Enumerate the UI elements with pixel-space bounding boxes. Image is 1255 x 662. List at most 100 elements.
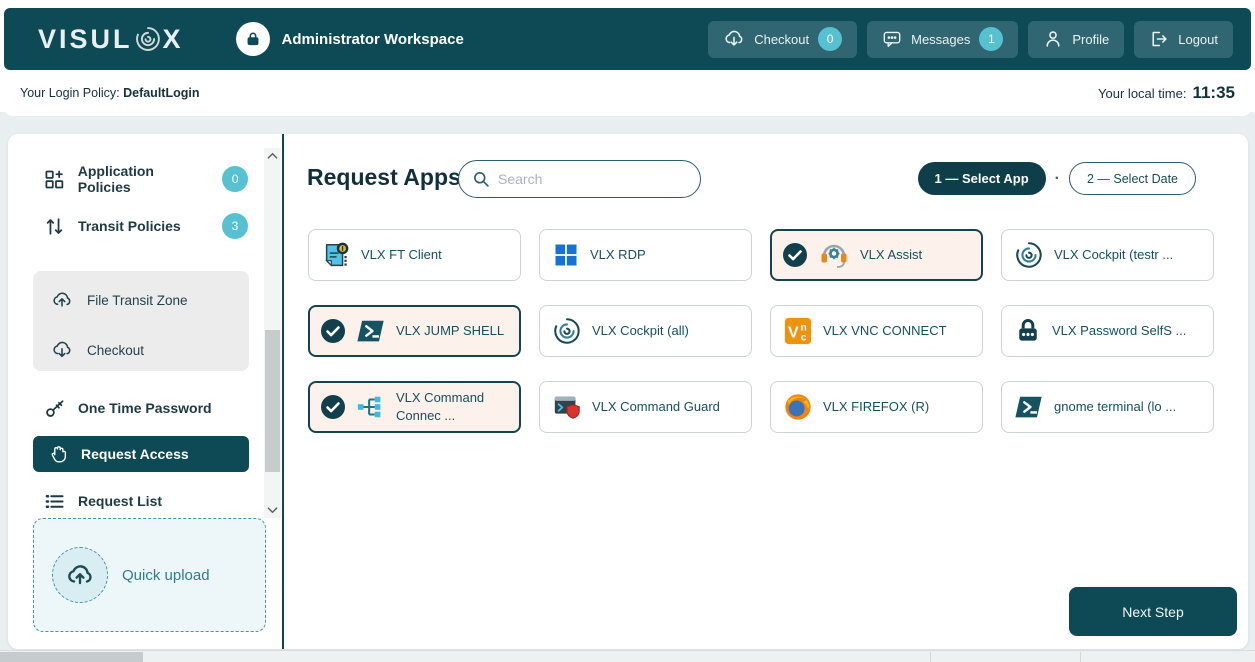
app-card[interactable]: VLX Password SelfS ... [1001, 305, 1214, 357]
checkout-label: Checkout [754, 32, 809, 47]
sidebar-item-label: Request Access [81, 446, 189, 462]
scroll-up-icon[interactable] [264, 148, 281, 164]
step-select-app[interactable]: 1 — Select App [918, 162, 1046, 195]
app-name: VLX FT Client [361, 246, 442, 264]
app-name: VLX FIREFOX (R) [823, 398, 929, 416]
firefox-icon [783, 392, 813, 422]
sidebar-item-checkout[interactable]: Checkout [51, 336, 236, 364]
app-name: VLX Command Guard [592, 398, 720, 416]
sidebar-item-label: Checkout [87, 343, 144, 358]
visulox-logo: VISUL X [38, 24, 184, 55]
sidebar-item-label: Transit Policies [78, 218, 181, 234]
shell-icon [1014, 392, 1044, 422]
profile-icon [1043, 29, 1063, 49]
search-box[interactable] [458, 160, 701, 198]
cloud-upload-icon [51, 289, 73, 311]
cockpit-icon [1014, 240, 1044, 270]
message-icon [882, 29, 902, 49]
sidebar-item-file-transit-zone[interactable]: File Transit Zone [51, 286, 236, 314]
app-name: VLX Password SelfS ... [1052, 322, 1186, 340]
application-policies-badge: 0 [222, 166, 248, 192]
profile-label: Profile [1072, 32, 1109, 47]
main-panel: Request Apps 1 — Select App · 2 — Select… [284, 134, 1248, 649]
step-select-date[interactable]: 2 — Select Date [1069, 162, 1196, 195]
app-card[interactable]: Vnc VLX VNC CONNECT [770, 305, 983, 357]
app-card[interactable]: VLX Assist [770, 229, 983, 281]
quick-upload-cloud-icon [52, 547, 108, 603]
logo-text-suffix: X [163, 24, 184, 55]
app-name: VLX JUMP SHELL [396, 322, 504, 340]
hand-icon [48, 444, 68, 464]
scrollbar-thumb[interactable] [265, 330, 280, 472]
cloud-download-icon [51, 339, 73, 361]
sidebar-item-application-policies[interactable]: Application Policies 0 [44, 165, 248, 193]
step-separator: · [1055, 170, 1060, 188]
svg-text:c: c [801, 332, 807, 343]
scroll-down-icon[interactable] [264, 502, 281, 518]
logout-label: Logout [1178, 32, 1218, 47]
app-name: VLX VNC CONNECT [823, 322, 947, 340]
login-policy-value: DefaultLogin [123, 86, 199, 100]
messages-count-badge: 1 [979, 27, 1003, 51]
assist-icon [818, 239, 850, 271]
checkout-button[interactable]: Checkout 0 [708, 21, 857, 58]
transit-policies-badge: 3 [222, 213, 248, 239]
login-policy-text: Your Login Policy: DefaultLogin [20, 86, 199, 100]
app-card[interactable]: VLX Cockpit (all) [539, 305, 752, 357]
sidebar-item-request-list[interactable]: Request List [44, 487, 248, 515]
app-card[interactable]: VLX JUMP SHELL [308, 305, 521, 357]
profile-button[interactable]: Profile [1028, 21, 1124, 58]
header-actions: Checkout 0 Messages 1 Profile [708, 21, 1233, 58]
cockpit-icon [552, 316, 582, 346]
quick-upload-dropzone[interactable]: Quick upload [33, 518, 266, 632]
transit-arrows-icon [44, 216, 65, 237]
app-name: VLX Command Connec ... [396, 389, 509, 424]
checkout-count-badge: 0 [818, 27, 842, 51]
app-name: VLX RDP [590, 246, 646, 264]
key-icon [44, 398, 65, 419]
next-step-button[interactable]: Next Step [1069, 587, 1237, 636]
horizontal-scrollbar[interactable] [0, 650, 1255, 662]
rdp-icon [552, 241, 580, 269]
search-input[interactable] [498, 171, 687, 187]
step-indicator: 1 — Select App · 2 — Select Date [918, 162, 1197, 195]
policy-bar: Your Login Policy: DefaultLogin Your loc… [4, 70, 1251, 116]
sidebar-item-label: One Time Password [78, 400, 212, 416]
list-icon [44, 491, 65, 512]
app-card[interactable]: VLX Command Connec ... [308, 381, 521, 433]
app-card[interactable]: gnome terminal (lo ... [1001, 381, 1214, 433]
shell-icon [356, 316, 386, 346]
workspace-block: Administrator Workspace [236, 22, 464, 56]
local-time-label: Your local time: [1098, 86, 1186, 101]
sidebar: Application Policies 0 Transit Policies … [8, 134, 282, 649]
app-card[interactable]: VLX Command Guard [539, 381, 752, 433]
cloud-download-icon [723, 28, 745, 50]
local-time-value: 11:35 [1192, 83, 1235, 103]
app-name: VLX Assist [860, 246, 922, 264]
sidebar-item-request-access[interactable]: Request Access [33, 436, 249, 472]
logout-icon [1149, 29, 1169, 49]
app-card[interactable]: VLX RDP [539, 229, 752, 281]
app-card[interactable]: VLX FT Client [308, 229, 521, 281]
ft-client-icon [321, 240, 351, 270]
app-name: gnome terminal (lo ... [1054, 398, 1176, 416]
sidebar-item-one-time-password[interactable]: One Time Password [44, 394, 248, 422]
transit-zone-group: File Transit Zone Checkout [33, 271, 249, 371]
logo-spiral-icon [134, 25, 162, 53]
messages-label: Messages [911, 32, 970, 47]
horizontal-scrollbar-thumb[interactable] [0, 652, 143, 662]
grid-plus-icon [44, 169, 65, 190]
command-connect-icon [356, 392, 386, 422]
sidebar-item-label: Application Policies [78, 163, 210, 195]
local-time-text: Your local time: 11:35 [1098, 83, 1235, 103]
app-card[interactable]: VLX Cockpit (testr ... [1001, 229, 1214, 281]
logout-button[interactable]: Logout [1134, 21, 1233, 58]
sidebar-item-transit-policies[interactable]: Transit Policies 3 [44, 212, 248, 240]
check-icon [782, 242, 808, 268]
check-icon [320, 394, 346, 420]
app-card[interactable]: VLX FIREFOX (R) [770, 381, 983, 433]
sidebar-scrollbar[interactable] [264, 148, 281, 518]
login-policy-label: Your Login Policy: [20, 86, 120, 100]
vnc-icon: Vnc [783, 316, 813, 346]
messages-button[interactable]: Messages 1 [867, 21, 1018, 58]
